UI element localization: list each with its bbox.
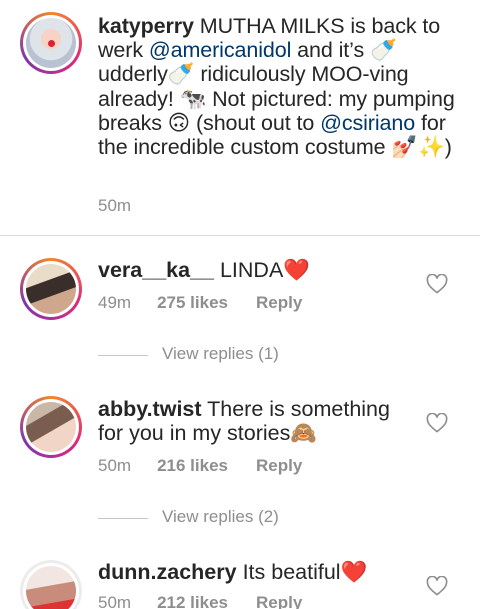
mention-link[interactable]: @americanidol	[149, 38, 292, 62]
timestamp: 50m	[98, 593, 132, 609]
replies-line	[98, 355, 148, 356]
view-replies-label: View replies (1)	[162, 344, 279, 363]
reply-button[interactable]: Reply	[256, 456, 302, 476]
reply-button[interactable]: Reply	[256, 293, 302, 313]
comment-meta: 49m 275 likes Reply	[98, 293, 302, 313]
comment-text: abby.twist There is something for you in…	[98, 397, 418, 445]
view-replies-button[interactable]: View replies (2)	[98, 507, 398, 531]
profile-photo	[26, 566, 76, 609]
timestamp: 50m	[98, 456, 132, 475]
heart-outline-icon[interactable]	[426, 576, 448, 596]
profile-photo	[26, 264, 76, 314]
profile-photo	[26, 18, 76, 68]
post-caption: katyperry MUTHA MILKS is back to werk @a…	[0, 0, 480, 235]
view-replies-button[interactable]: View replies (1)	[98, 344, 398, 368]
comment-text: dunn.zachery Its beatiful❤️	[98, 560, 418, 584]
comment-meta: 50m 216 likes Reply	[98, 456, 302, 476]
divider	[0, 235, 480, 236]
heart-outline-icon[interactable]	[426, 274, 448, 294]
username-link[interactable]: abby.twist	[98, 397, 202, 421]
likes-count[interactable]: 216 likes	[157, 456, 228, 476]
view-replies-label: View replies (2)	[162, 507, 279, 526]
likes-count[interactable]: 275 likes	[157, 293, 228, 313]
avatar[interactable]	[20, 560, 82, 609]
profile-photo	[26, 402, 76, 452]
caption-text: katyperry MUTHA MILKS is back to werk @a…	[98, 14, 458, 159]
avatar[interactable]	[20, 12, 82, 74]
username-link[interactable]: vera__ka__	[98, 258, 214, 282]
avatar[interactable]	[20, 258, 82, 320]
heart-outline-icon[interactable]	[426, 413, 448, 433]
username-link[interactable]: katyperry	[98, 14, 194, 38]
mention-link[interactable]: @csiriano	[320, 111, 415, 135]
replies-line	[98, 518, 148, 519]
username-link[interactable]: dunn.zachery	[98, 560, 237, 584]
comment-text: vera__ka__ LINDA❤️	[98, 258, 418, 282]
likes-count[interactable]: 212 likes	[157, 593, 228, 609]
comment-meta: 50m 212 likes Reply	[98, 593, 302, 609]
reply-button[interactable]: Reply	[256, 593, 302, 609]
avatar[interactable]	[20, 396, 82, 458]
timestamp: 49m	[98, 293, 132, 312]
comment-body: LINDA❤️	[213, 258, 311, 282]
timestamp: 50m	[98, 196, 132, 215]
comment-body: Its beatiful❤️	[236, 560, 368, 584]
